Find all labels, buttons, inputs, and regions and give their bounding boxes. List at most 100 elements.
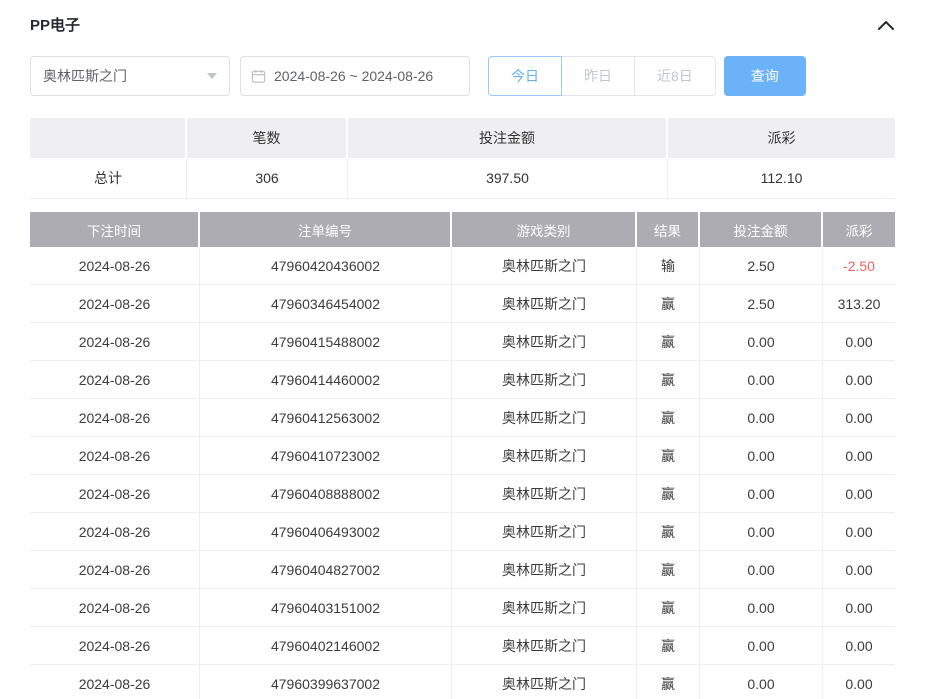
table-row: 2024-08-2647960412563002奥林匹斯之门赢0.000.00 (30, 399, 895, 437)
cell: 0.00 (823, 475, 895, 513)
cell: 0.00 (823, 323, 895, 361)
cell: 奥林匹斯之门 (452, 589, 637, 627)
game-select[interactable]: 奥林匹斯之门 (30, 56, 230, 96)
panel-header: PP电子 (30, 14, 895, 35)
cell: 赢 (637, 475, 700, 513)
cell: 47960406493002 (200, 513, 452, 551)
table-row: 2024-08-2647960420436002奥林匹斯之门输2.50-2.50 (30, 247, 895, 285)
cell: 奥林匹斯之门 (452, 361, 637, 399)
cell: 47960399637002 (200, 665, 452, 699)
cell: 2024-08-26 (30, 247, 200, 285)
cell: 奥林匹斯之门 (452, 627, 637, 665)
header-cell: 派彩 (823, 212, 895, 247)
chevron-down-icon (207, 73, 217, 79)
table-row: 2024-08-2647960408888002奥林匹斯之门赢0.000.00 (30, 475, 895, 513)
cell: 47960346454002 (200, 285, 452, 323)
table-row: 2024-08-2647960404827002奥林匹斯之门赢0.000.00 (30, 551, 895, 589)
cell: 2024-08-26 (30, 665, 200, 699)
table-row: 2024-08-2647960403151002奥林匹斯之门赢0.000.00 (30, 589, 895, 627)
game-select-value: 奥林匹斯之门 (43, 66, 127, 86)
cell: 47960410723002 (200, 437, 452, 475)
cell: 0.00 (700, 323, 823, 361)
cell: 赢 (637, 627, 700, 665)
cell: 47960414460002 (200, 361, 452, 399)
cell: 赢 (637, 399, 700, 437)
cell: 赢 (637, 665, 700, 699)
table-row: 2024-08-2647960410723002奥林匹斯之门赢0.000.00 (30, 437, 895, 475)
table-row: 2024-08-2647960399637002奥林匹斯之门赢0.000.00 (30, 665, 895, 699)
cell: 赢 (637, 361, 700, 399)
cell: 0.00 (823, 627, 895, 665)
cell: 0.00 (823, 589, 895, 627)
cell: 0.00 (700, 589, 823, 627)
summary-total-row: 总计306397.50112.10 (30, 158, 895, 199)
table-row: 2024-08-2647960414460002奥林匹斯之门赢0.000.00 (30, 361, 895, 399)
cell: 2024-08-26 (30, 285, 200, 323)
cell: 313.20 (823, 285, 895, 323)
summary-table: 笔数投注金额派彩 总计306397.50112.10 (30, 118, 895, 199)
cell: 306 (187, 158, 348, 199)
cell: 0.00 (700, 627, 823, 665)
cell: 奥林匹斯之门 (452, 437, 637, 475)
date-range-input[interactable]: 2024-08-26 ~ 2024-08-26 (240, 56, 470, 96)
cell: 47960403151002 (200, 589, 452, 627)
cell: 2024-08-26 (30, 589, 200, 627)
cell: 2024-08-26 (30, 361, 200, 399)
cell: 2024-08-26 (30, 437, 200, 475)
cell: 赢 (637, 513, 700, 551)
cell: 2024-08-26 (30, 551, 200, 589)
header-cell: 投注金额 (700, 212, 823, 247)
cell: 0.00 (823, 665, 895, 699)
cell: 47960402146002 (200, 627, 452, 665)
bet-header-row: 下注时间注单编号游戏类别结果投注金额派彩 (30, 212, 895, 247)
cell: 47960415488002 (200, 323, 452, 361)
cell: 奥林匹斯之门 (452, 399, 637, 437)
cell: 0.00 (823, 551, 895, 589)
calendar-icon (251, 69, 266, 84)
cell: 0.00 (700, 513, 823, 551)
cell: 2024-08-26 (30, 475, 200, 513)
header-cell: 派彩 (668, 118, 895, 158)
header-cell: 投注金额 (348, 118, 668, 158)
cell: 奥林匹斯之门 (452, 475, 637, 513)
cell: 2024-08-26 (30, 513, 200, 551)
header-cell (30, 118, 187, 158)
quick-button[interactable]: 近8日 (634, 56, 716, 96)
filter-row: 奥林匹斯之门 2024-08-26 ~ 2024-08-26 今日昨日近8日 查… (30, 56, 895, 96)
cell: 0.00 (823, 437, 895, 475)
quick-button[interactable]: 昨日 (561, 56, 635, 96)
chevron-up-icon[interactable] (877, 19, 895, 31)
summary-header-row: 笔数投注金额派彩 (30, 118, 895, 158)
header-cell: 笔数 (187, 118, 348, 158)
search-button[interactable]: 查询 (724, 56, 806, 96)
cell: 赢 (637, 437, 700, 475)
cell: 0.00 (823, 513, 895, 551)
bet-table-body: 2024-08-2647960420436002奥林匹斯之门输2.50-2.50… (30, 247, 895, 699)
cell: 赢 (637, 285, 700, 323)
cell: 赢 (637, 589, 700, 627)
cell: 0.00 (700, 551, 823, 589)
cell: 赢 (637, 551, 700, 589)
cell: 397.50 (348, 158, 668, 199)
quick-button[interactable]: 今日 (488, 56, 562, 96)
cell: 0.00 (700, 665, 823, 699)
cell: 奥林匹斯之门 (452, 551, 637, 589)
cell: 奥林匹斯之门 (452, 247, 637, 285)
date-range-value: 2024-08-26 ~ 2024-08-26 (274, 68, 433, 84)
cell: 2024-08-26 (30, 627, 200, 665)
cell: 2.50 (700, 285, 823, 323)
cell: 0.00 (700, 361, 823, 399)
cell: 0.00 (700, 475, 823, 513)
cell: 2024-08-26 (30, 323, 200, 361)
cell: 奥林匹斯之门 (452, 513, 637, 551)
cell: 2024-08-26 (30, 399, 200, 437)
bet-table: 下注时间注单编号游戏类别结果投注金额派彩 2024-08-26479604204… (30, 212, 895, 699)
cell: 0.00 (700, 437, 823, 475)
header-cell: 游戏类别 (452, 212, 637, 247)
cell: 47960408888002 (200, 475, 452, 513)
cell: 112.10 (668, 158, 895, 199)
header-cell: 注单编号 (200, 212, 452, 247)
cell: 0.00 (823, 399, 895, 437)
table-row: 2024-08-2647960402146002奥林匹斯之门赢0.000.00 (30, 627, 895, 665)
cell: 47960420436002 (200, 247, 452, 285)
